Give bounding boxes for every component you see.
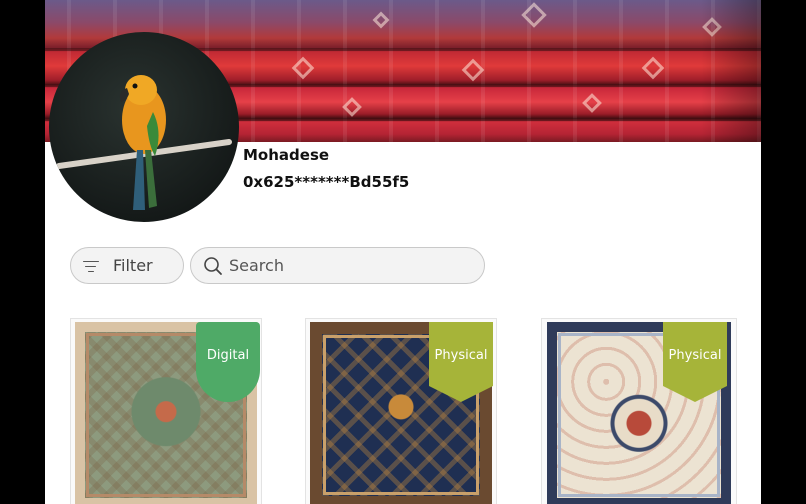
- search-input[interactable]: [229, 256, 469, 275]
- profile-name: Mohadese: [243, 146, 330, 164]
- wallet-address: 0x625*******Bd55f5: [243, 173, 410, 191]
- search-field[interactable]: [190, 247, 485, 284]
- filter-label: Filter: [113, 256, 153, 275]
- filter-lines-icon: [83, 258, 101, 274]
- product-type-label: Physical: [668, 348, 722, 363]
- search-icon: [204, 256, 222, 275]
- product-type-label: Digital: [206, 348, 250, 363]
- parrot-photo: [56, 75, 232, 210]
- product-type-badge: Physical: [429, 322, 493, 402]
- app-window: Mohadese 0x625*******Bd55f5 Filter Digit…: [45, 0, 761, 504]
- filter-button[interactable]: Filter: [70, 247, 184, 284]
- product-type-badge: Digital: [196, 322, 260, 402]
- product-card[interactable]: Physical: [541, 318, 737, 504]
- product-card[interactable]: Digital: [70, 318, 262, 504]
- product-type-label: Physical: [434, 348, 488, 363]
- product-card[interactable]: Physical: [305, 318, 497, 504]
- profile-avatar[interactable]: [49, 32, 239, 222]
- product-type-badge: Physical: [663, 322, 727, 402]
